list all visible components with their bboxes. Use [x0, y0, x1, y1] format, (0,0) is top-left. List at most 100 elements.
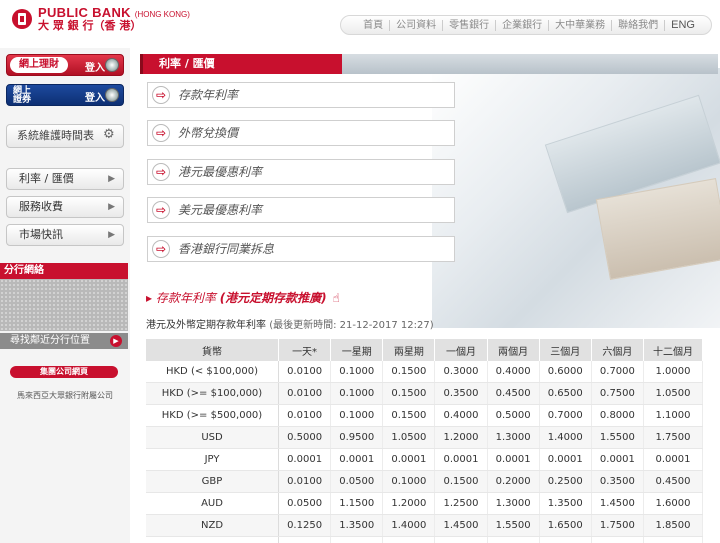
table-body: HKD (< $100,000) 0.0100 0.1000 0.1500 0.3000… [146, 361, 704, 543]
rate-cell: 0.0001 [382, 448, 436, 471]
rate-cell: 0.5500 [434, 536, 488, 543]
rate-cell: 0.0001 [487, 448, 540, 471]
rate-cell: 1.5500 [591, 426, 644, 449]
deposit-rate-title: 存款年利率 [155, 291, 216, 305]
currency-cell: CAD [146, 536, 279, 543]
section-header: 利率 / 匯價 [140, 54, 720, 74]
rate-cell: 0.6000 [539, 361, 592, 383]
rate-cell: 0.2000 [487, 470, 540, 493]
link-fx-rates[interactable]: ⇨ 外幣兌換價 [147, 120, 455, 146]
rate-cell: 0.1500 [382, 382, 436, 405]
pointer-hand-icon: ☝ [332, 291, 340, 305]
arrow-right-icon: ▶ [110, 335, 122, 347]
branch-map-image[interactable] [0, 279, 128, 331]
maintenance-label: 系統維護時間表 [17, 129, 94, 142]
column-header: 三個月 [539, 339, 592, 361]
currency-cell: GBP [146, 470, 279, 493]
currency-cell: USD [146, 426, 279, 449]
rate-cell: 1.6000 [643, 492, 704, 515]
topnav-greater-china[interactable]: 大中華業務 [549, 19, 613, 31]
rate-cell: 0.7000 [539, 404, 592, 427]
link-hkd-prime-rate[interactable]: ⇨ 港元最優惠利率 [147, 159, 455, 185]
arrow-right-icon: ⇨ [152, 86, 170, 104]
rate-cell: 0.0100 [278, 404, 332, 427]
table-row: NZD 0.1250 1.3500 1.4000 1.4500 1.5500 1.6500 1… [146, 514, 704, 537]
sidebar-item-market-news[interactable]: 市場快訊 ▶ [6, 224, 124, 246]
rate-cell: 0.7000 [591, 361, 644, 383]
find-branch-label: 尋找鄰近分行位置 [10, 335, 90, 346]
table-row: HKD (>= $500,000) 0.0100 0.1000 0.1500 0.400… [146, 404, 704, 427]
topnav-company-info[interactable]: 公司資料 [390, 19, 444, 31]
topnav-home[interactable]: 首頁 [357, 19, 391, 31]
rate-cell: 0.1500 [382, 404, 436, 427]
rate-cell: 0.7500 [591, 536, 644, 543]
rate-cell: 1.0000 [643, 361, 704, 383]
topnav-contact-us[interactable]: 聯絡我們 [612, 19, 666, 31]
rate-cell: 0.6000 [487, 536, 540, 543]
currency-cell: HKD (>= $500,000) [146, 404, 279, 427]
rate-cell: 1.3500 [539, 492, 592, 515]
arrow-right-icon: ⇨ [152, 240, 170, 258]
table-row: GBP 0.0100 0.0500 0.1000 0.1500 0.2000 0.2500 0… [146, 470, 704, 493]
link-hibor[interactable]: ⇨ 香港銀行同業拆息 [147, 236, 455, 262]
sidebar-item-service-charges[interactable]: 服務收費 ▶ [6, 196, 124, 218]
sidebar-item-label: 市場快訊 [19, 228, 63, 241]
rate-cell: 1.2000 [382, 492, 436, 515]
link-deposit-rates[interactable]: ⇨ 存款年利率 [147, 82, 455, 108]
column-header: 一星期 [330, 339, 384, 361]
bank-name-en: PUBLIC BANK [38, 5, 131, 20]
column-header: 一天* [278, 339, 332, 361]
rate-cell: 0.6500 [539, 536, 592, 543]
bank-name: PUBLIC BANK (HONG KONG) 大 眾 銀 行（香 港） [38, 6, 190, 31]
rate-cell: 1.4500 [434, 514, 488, 537]
rate-cell: 0.4000 [330, 536, 384, 543]
link-usd-prime-rate[interactable]: ⇨ 美元最優惠利率 [147, 197, 455, 223]
bank-logo[interactable]: PUBLIC BANK (HONG KONG) 大 眾 銀 行（香 港） [12, 6, 190, 31]
top-navigation: 首頁 公司資料 零售銀行 企業銀行 大中華業務 聯絡我們 ENG [340, 15, 712, 35]
column-header: 一個月 [434, 339, 488, 361]
sidebar-item-label: 利率 / 匯價 [19, 172, 74, 185]
group-website-button[interactable]: 集團公司網頁 [10, 366, 118, 378]
rate-cell: 0.6500 [539, 382, 592, 405]
rate-cell: 0.1500 [434, 470, 488, 493]
column-header: 六個月 [591, 339, 644, 361]
branch-network-title: 分行網絡 [0, 263, 128, 279]
currency-cell: NZD [146, 514, 279, 537]
column-header: 貨幣 [146, 339, 279, 361]
rate-cell: 0.0500 [278, 492, 332, 515]
hkd-promo-link[interactable]: (港元定期存款推廣) [220, 291, 327, 305]
rate-cell: 0.1000 [382, 470, 436, 493]
rate-cell: 1.4500 [591, 492, 644, 515]
currency-cell: JPY [146, 448, 279, 471]
find-branch-button[interactable]: 尋找鄰近分行位置 ▶ [0, 333, 128, 349]
securities-login-button[interactable]: 網上 證券 登入 [6, 84, 124, 106]
maintenance-schedule-button[interactable]: 系統維護時間表 ⚙ [6, 124, 124, 148]
rate-cell: 0.5000 [487, 404, 540, 427]
rate-cell: 0.0100 [278, 382, 332, 405]
rate-cell: 0.0001 [539, 448, 592, 471]
rate-cell: 0.5000 [278, 426, 332, 449]
rate-cell: 1.3000 [487, 492, 540, 515]
section-header-bar [342, 54, 718, 74]
arrow-right-icon: ⇨ [152, 201, 170, 219]
table-row: HKD (< $100,000) 0.0100 0.1000 0.1500 0.3000… [146, 361, 704, 383]
rate-cell: 0.1000 [330, 382, 384, 405]
ebanking-login-button[interactable]: 網上理財 登入 [6, 54, 124, 76]
topnav-corporate-banking[interactable]: 企業銀行 [496, 19, 550, 31]
rate-cell: 0.1000 [330, 361, 384, 383]
rate-cell: 1.1000 [643, 404, 704, 427]
rate-cell: 0.0001 [591, 448, 644, 471]
table-header-row: 貨幣 一天* 一星期 兩星期 一個月 兩個月 三個月 六個月 十二個月 [146, 339, 704, 361]
rate-description: 港元及外幣定期存款年利率 (最後更新時間: 21-12-2017 12:27) [146, 316, 434, 331]
rate-cell: 0.8000 [591, 404, 644, 427]
topnav-retail-banking[interactable]: 零售銀行 [443, 19, 497, 31]
group-subtitle: 馬來西亞大眾銀行附屬公司 [17, 391, 113, 400]
topnav-english[interactable]: ENG [665, 19, 701, 31]
rate-cell: 1.6500 [539, 514, 592, 537]
link-label: 外幣兌換價 [178, 126, 239, 140]
section-title: 利率 / 匯價 [140, 54, 342, 74]
login-arrow-icon [105, 88, 119, 102]
rate-cell: 1.2000 [434, 426, 488, 449]
sidebar-item-rates[interactable]: 利率 / 匯價 ▶ [6, 168, 124, 190]
rate-cell: 1.1500 [330, 492, 384, 515]
